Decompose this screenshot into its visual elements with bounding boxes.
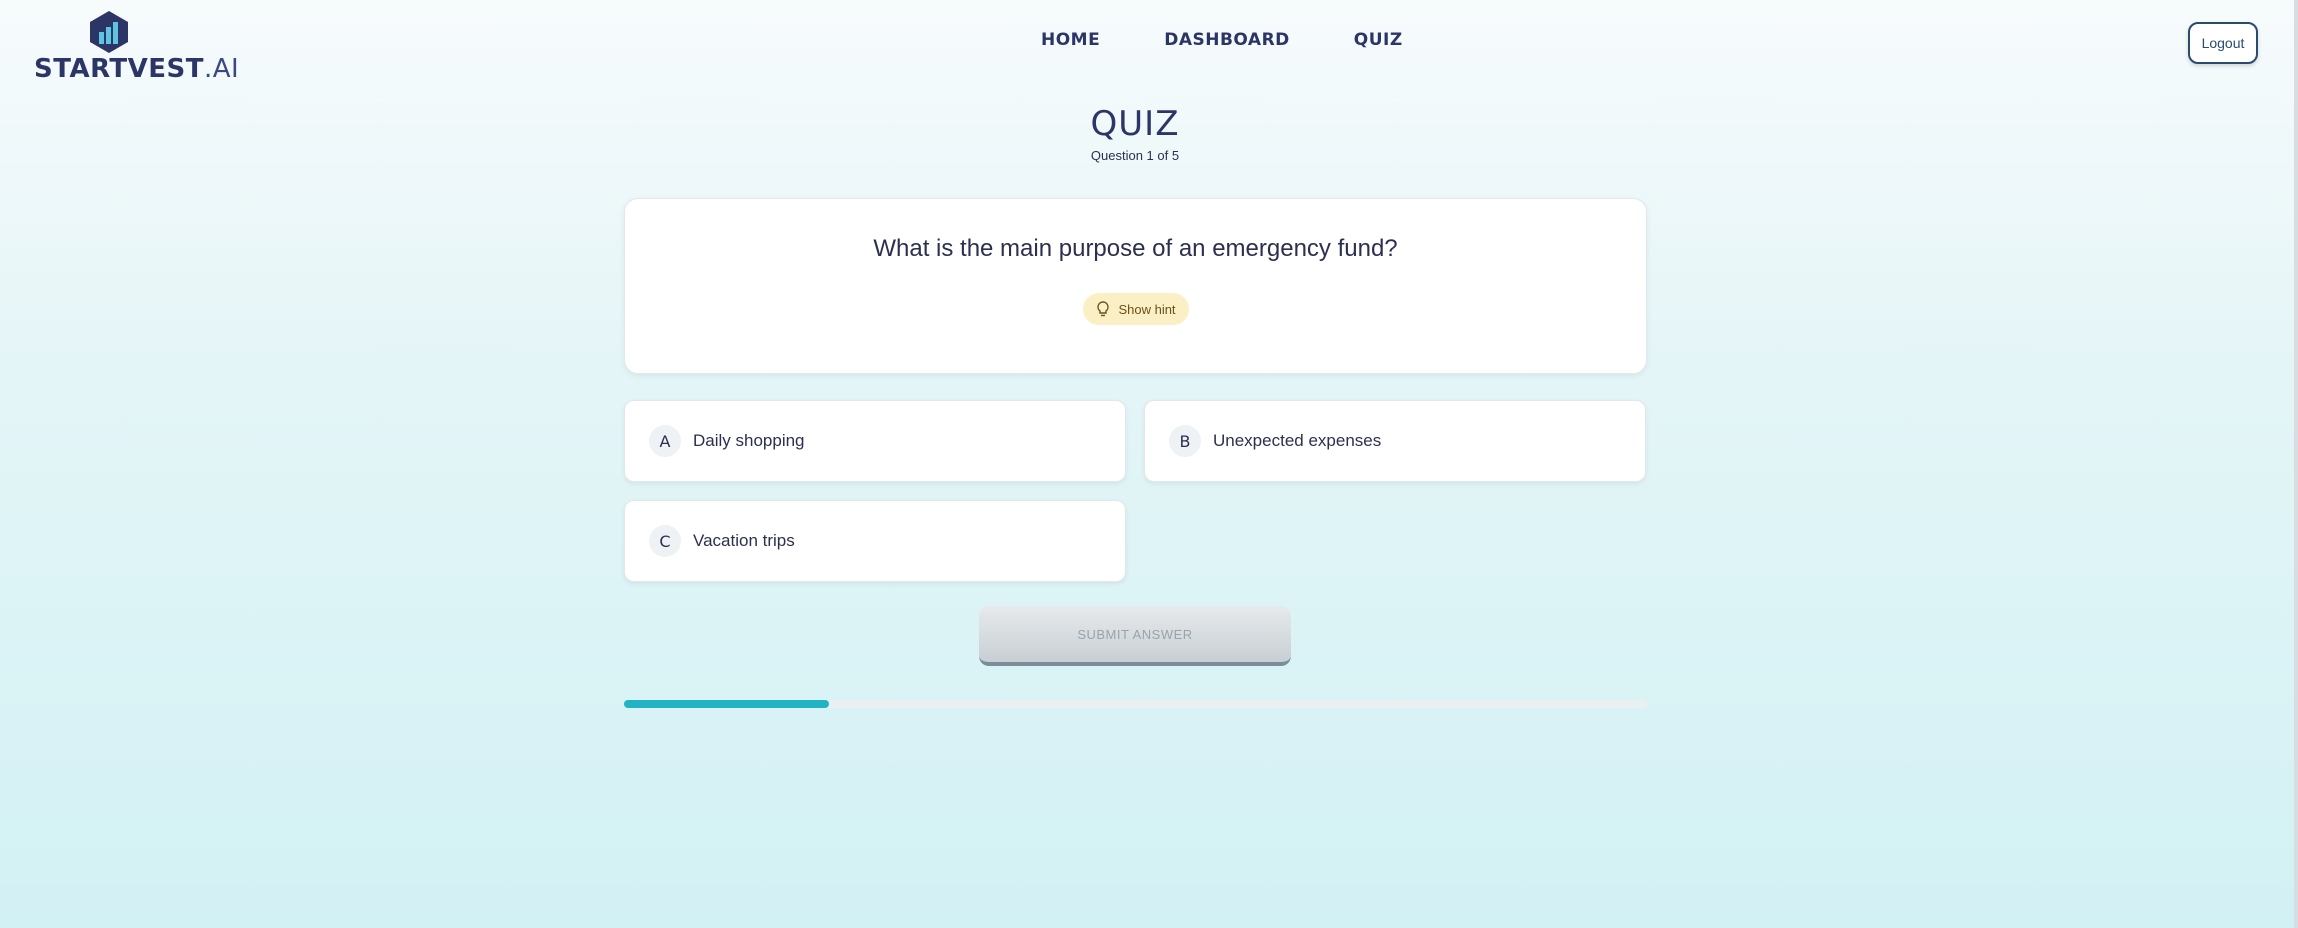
show-hint-button[interactable]: Show hint bbox=[1083, 293, 1189, 325]
main-nav: HOME DASHBOARD QUIZ bbox=[1041, 30, 1403, 50]
option-letter: C bbox=[649, 525, 681, 557]
option-b[interactable]: B Unexpected expenses bbox=[1144, 400, 1646, 482]
nav-dashboard[interactable]: DASHBOARD bbox=[1164, 30, 1290, 50]
lightbulb-icon bbox=[1097, 301, 1110, 317]
submit-answer-button[interactable]: SUBMIT ANSWER bbox=[979, 606, 1291, 666]
nav-quiz[interactable]: QUIZ bbox=[1354, 30, 1403, 50]
show-hint-label: Show hint bbox=[1118, 301, 1176, 317]
progress-bar bbox=[624, 700, 1647, 708]
progress-fill bbox=[624, 700, 829, 708]
question-counter: Question 1 of 5 bbox=[1090, 148, 1180, 163]
option-label: Vacation trips bbox=[693, 531, 795, 550]
option-c[interactable]: C Vacation trips bbox=[624, 500, 1126, 582]
nav-home[interactable]: HOME bbox=[1041, 30, 1100, 50]
page-title: QUIZ bbox=[1090, 104, 1180, 144]
logo[interactable]: STARTVEST.AI bbox=[34, 10, 239, 84]
option-a[interactable]: A Daily shopping bbox=[624, 400, 1126, 482]
brand-name: STARTVEST bbox=[34, 54, 204, 84]
logout-button[interactable]: Logout bbox=[2188, 22, 2258, 64]
option-label: Unexpected expenses bbox=[1213, 431, 1382, 450]
question-card: What is the main purpose of an emergency… bbox=[624, 198, 1647, 374]
question-text: What is the main purpose of an emergency… bbox=[873, 235, 1398, 262]
logo-text: STARTVEST.AI bbox=[34, 54, 239, 84]
option-letter: A bbox=[649, 425, 681, 457]
option-label: Daily shopping bbox=[693, 431, 805, 450]
brand-suffix: .AI bbox=[204, 54, 240, 84]
chart-hexagon-icon bbox=[90, 11, 128, 53]
scrollbar-edge bbox=[2294, 0, 2298, 928]
option-letter: B bbox=[1169, 425, 1201, 457]
